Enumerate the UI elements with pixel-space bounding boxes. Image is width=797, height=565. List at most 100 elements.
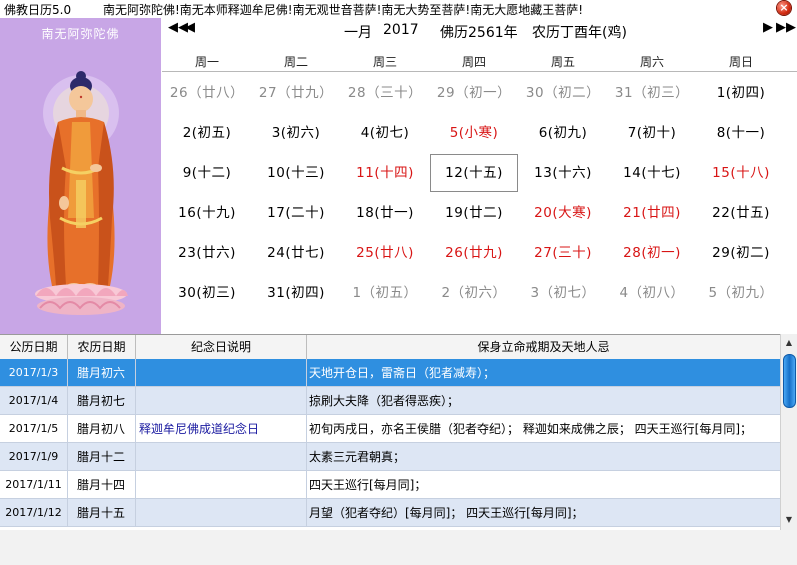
cell-precepts: 太素三元君朝真； [307,443,780,471]
cell-solar-date: 2017/1/12 [0,499,68,527]
cell-lunar-date: 腊月初七 [68,387,136,415]
close-icon: × [779,1,789,14]
cell-solar-date: 2017/1/3 [0,359,68,387]
weekday-mon: 周一 [194,55,219,69]
table-row[interactable]: 2017/1/12 腊月十五 月望（犯者夺纪）[每月同]； 四天王巡行[每月同]； [0,499,780,527]
cell-precepts: 天地开仓日，雷斋日（犯者减寿）； [307,359,780,387]
scroll-thumb[interactable] [783,354,796,408]
table-row[interactable]: 2017/1/4 腊月初七 掠刷大夫降（犯者得恶疾）； [0,387,780,415]
day-cell[interactable]: 10(十三) [252,154,340,192]
cell-lunar-date: 腊月十四 [68,471,136,499]
app-title: 佛教日历5.0 [4,3,72,17]
day-cell[interactable]: 3（初七） [519,274,607,312]
day-cell[interactable]: 26(廿九) [430,234,518,272]
day-cell[interactable]: 30(初三) [163,274,251,312]
column-memorial[interactable]: 纪念日说明 [136,335,307,359]
day-cell[interactable]: 9(十二) [163,154,251,192]
day-cell[interactable]: 23(廿六) [163,234,251,272]
buddhist-year: 佛历2561年 [440,25,518,41]
day-cell[interactable]: 30（初二） [519,74,607,112]
day-cell[interactable]: 12(十五) [430,154,518,192]
vertical-scrollbar[interactable]: ▲ ▼ [780,334,797,530]
table-row[interactable]: 2017/1/5 腊月初八 释迦牟尼佛成道纪念日 初旬丙戌日，亦名王侯腊（犯者夺纪）；… [0,415,780,443]
day-cell[interactable]: 15(十八) [697,154,785,192]
day-cell[interactable]: 24(廿七) [252,234,340,272]
day-cell[interactable]: 7(初十) [608,114,696,152]
cell-precepts: 月望（犯者夺纪）[每月同]； 四天王巡行[每月同]； [307,499,780,527]
table-header: 公历日期 农历日期 纪念日说明 保身立命戒期及天地人忌 [0,334,780,360]
day-cell[interactable]: 27(三十) [519,234,607,272]
column-precepts[interactable]: 保身立命戒期及天地人忌 [307,335,780,359]
calendar-year: 2017 [383,22,419,38]
calendar-panel: ◀◀ ◀ 一月 2017 佛历2561年 农历丁酉年(鸡) ▶ ▶▶ 周一 周二… [162,18,797,334]
cell-memorial [136,499,307,527]
day-cell[interactable]: 28（三十） [341,74,429,112]
weekday-header: 周一 周二 周三 周四 周五 周六 周日 [162,51,797,72]
day-cell[interactable]: 14(十七) [608,154,696,192]
day-cell[interactable]: 25(廿八) [341,234,429,272]
title-bar: 佛教日历5.0 南无阿弥陀佛!南无本师释迦牟尼佛!南无观世音菩萨!南无大势至菩萨… [0,0,797,17]
day-cell[interactable]: 1（初五） [341,274,429,312]
day-cell[interactable]: 19(廿二) [430,194,518,232]
cell-solar-date: 2017/1/4 [0,387,68,415]
day-cell[interactable]: 17(二十) [252,194,340,232]
day-cell[interactable]: 5（初九） [697,274,785,312]
day-cell[interactable]: 4（初八） [608,274,696,312]
close-button[interactable]: × [777,1,791,15]
day-cell[interactable]: 22(廿五) [697,194,785,232]
day-cell[interactable]: 2（初六） [430,274,518,312]
day-cell[interactable]: 8(十一) [697,114,785,152]
events-table: 公历日期 农历日期 纪念日说明 保身立命戒期及天地人忌 2017/1/3 腊月初六… [0,334,797,530]
column-lunar-date[interactable]: 农历日期 [68,335,136,359]
weekday-thu: 周四 [461,55,486,69]
calendar-month: 一月 [344,25,372,41]
cell-memorial [136,359,307,387]
cell-memorial [136,471,307,499]
scroll-up-icon[interactable]: ▲ [783,337,795,349]
day-cell[interactable]: 6(初九) [519,114,607,152]
cell-solar-date: 2017/1/11 [0,471,68,499]
day-cell[interactable]: 4(初七) [341,114,429,152]
column-solar-date[interactable]: 公历日期 [0,335,68,359]
cell-lunar-date: 腊月十五 [68,499,136,527]
cell-memorial [136,387,307,415]
buddha-image-panel: 南无阿弥陀佛 [0,18,161,334]
day-cell[interactable]: 31(初四) [252,274,340,312]
next-year-button[interactable]: ▶▶ [776,21,796,35]
weekday-wed: 周三 [372,55,397,69]
cell-lunar-date: 腊月初六 [68,359,136,387]
day-cell[interactable]: 28(初一) [608,234,696,272]
day-cell[interactable]: 5(小寒) [430,114,518,152]
cell-solar-date: 2017/1/5 [0,415,68,443]
scroll-down-icon[interactable]: ▼ [783,514,795,526]
day-cell[interactable]: 2(初五) [163,114,251,152]
day-cell[interactable]: 20(大寒) [519,194,607,232]
cell-precepts: 初旬丙戌日，亦名王侯腊（犯者夺纪）； 释迦如来成佛之辰； 四天王巡行[每月同]； [307,415,780,443]
status-strip [0,530,797,565]
day-cell[interactable]: 13(十六) [519,154,607,192]
cell-memorial [136,443,307,471]
lunar-year: 农历丁酉年(鸡) [532,25,627,41]
table-row[interactable]: 2017/1/3 腊月初六 天地开仓日，雷斋日（犯者减寿）； [0,359,780,387]
day-cell[interactable]: 21(廿四) [608,194,696,232]
day-cell[interactable]: 3(初六) [252,114,340,152]
cell-memorial: 释迦牟尼佛成道纪念日 [136,415,307,443]
cell-lunar-date: 腊月初八 [68,415,136,443]
day-cell[interactable]: 16(十九) [163,194,251,232]
day-cell[interactable]: 29(初二) [697,234,785,272]
weekday-tue: 周二 [283,55,308,69]
day-cell[interactable]: 31（初三） [608,74,696,112]
weekday-fri: 周五 [550,55,575,69]
day-cell[interactable]: 27（廿九） [252,74,340,112]
day-cell[interactable]: 26（廿八） [163,74,251,112]
prev-month-button[interactable]: ◀ [185,21,195,35]
day-cell[interactable]: 11(十四) [341,154,429,192]
table-row[interactable]: 2017/1/11 腊月十四 四天王巡行[每月同]； [0,471,780,499]
weekday-sun: 周日 [728,55,753,69]
day-cell[interactable]: 1(初四) [697,74,785,112]
day-cell[interactable]: 29（初一） [430,74,518,112]
marquee-text: 南无阿弥陀佛!南无本师释迦牟尼佛!南无观世音菩萨!南无大势至菩萨!南无大愿地藏王… [103,3,584,17]
day-cell[interactable]: 18(廿一) [341,194,429,232]
next-month-button[interactable]: ▶ [763,21,773,35]
table-row[interactable]: 2017/1/9 腊月十二 太素三元君朝真； [0,443,780,471]
